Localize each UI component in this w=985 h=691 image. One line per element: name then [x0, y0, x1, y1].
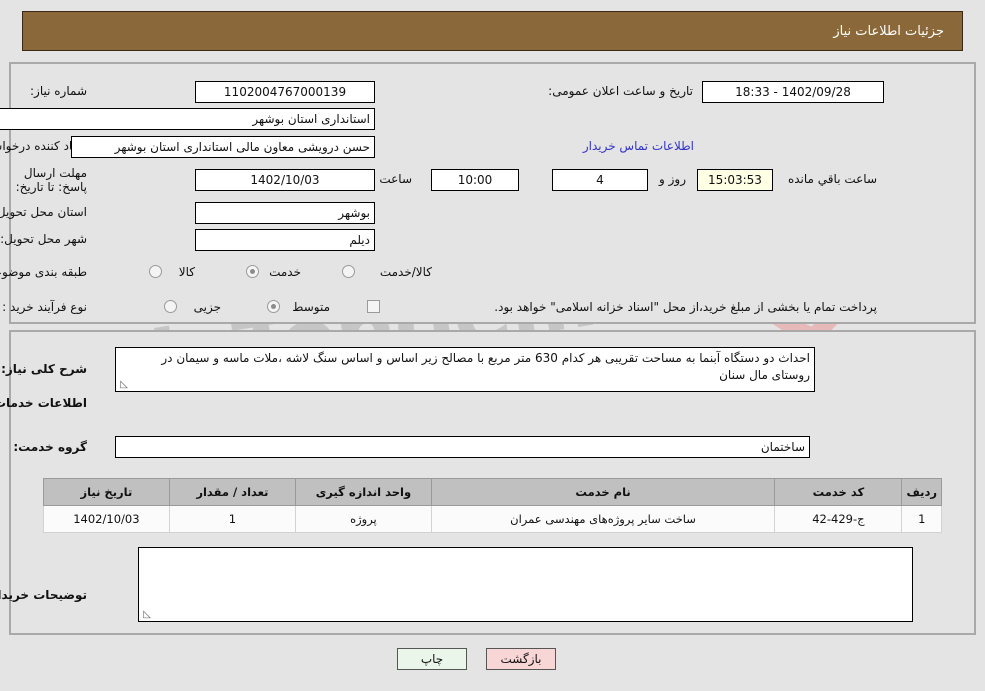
field-public-announce-date[interactable]: 1402/09/28 - 18:33 [702, 81, 884, 103]
textarea-general-description[interactable]: احداث دو دستگاه آبنما به مساحت تقریبی هر… [115, 347, 815, 392]
general-description-text: احداث دو دستگاه آبنما به مساحت تقریبی هر… [161, 351, 810, 382]
table-header-row: ردیف کد خدمت نام خدمت واحد اندازه گیری ت… [43, 478, 942, 506]
label-buyer-comments: توضیحات خریدار: [0, 588, 87, 602]
cell-quantity: 1 [168, 505, 297, 533]
label-delivery-province: استان محل تحویل: [0, 205, 87, 219]
radio-category-kala[interactable] [149, 265, 162, 278]
field-service-group[interactable]: ساختمان [115, 436, 810, 458]
label-category-kala-khedmat: کالا/خدمت [379, 265, 432, 279]
field-remaining-time: 15:03:53 [697, 169, 773, 191]
label-need-number: شماره نیاز: [30, 84, 87, 98]
th-service-code: کد خدمت [774, 478, 903, 506]
label-subject-category: طبقه بندی موضوعی: [0, 265, 87, 279]
resize-grip-icon[interactable]: ◺ [118, 380, 128, 390]
field-need-number[interactable]: 1102004767000139 [195, 81, 375, 103]
label-islamic-treasury-note: پرداخت تمام یا بخشی از مبلغ خرید،از محل … [494, 300, 877, 314]
label-remaining-hours: ساعت باقي مانده [787, 172, 877, 186]
th-need-date: تاریخ نیاز [43, 478, 170, 506]
label-process-motavaset: متوسط [292, 300, 330, 314]
label-public-announce-date: تاریخ و ساعت اعلان عمومی: [548, 84, 693, 98]
field-delivery-city[interactable]: دیلم [195, 229, 375, 251]
field-buyer-org[interactable]: استانداری استان بوشهر [0, 108, 375, 130]
label-service-group: گروه خدمت: [13, 440, 87, 454]
table-row[interactable]: 1 ج-429-42 ساخت سایر پروژه‌های مهندسی عم… [43, 505, 942, 533]
cell-service-name: ساخت سایر پروژه‌های مهندسی عمران [430, 505, 776, 533]
resize-grip-icon[interactable]: ◺ [141, 610, 151, 620]
cell-service-code: ج-429-42 [774, 505, 903, 533]
services-table: ردیف کد خدمت نام خدمت واحد اندازه گیری ت… [43, 478, 942, 533]
radio-category-kala-khedmat[interactable] [342, 265, 355, 278]
label-category-khedmat: خدمت [269, 265, 301, 279]
field-deadline-date[interactable]: 1402/10/03 [195, 169, 375, 191]
th-quantity: تعداد / مقدار [168, 478, 297, 506]
label-purchase-process: نوع فرآیند خرید : [2, 300, 87, 314]
field-remaining-days[interactable]: 4 [552, 169, 648, 191]
th-unit: واحد اندازه گیری [295, 478, 432, 506]
label-delivery-city: شهر محل تحویل: [0, 232, 87, 246]
label-process-jozi: جزیی [193, 300, 221, 314]
cell-need-date: 1402/10/03 [43, 505, 170, 533]
page-header-bar: جزئیات اطلاعات نیاز [22, 11, 963, 51]
radio-process-jozi[interactable] [164, 300, 177, 313]
print-button[interactable]: چاپ [397, 648, 467, 670]
field-delivery-province[interactable]: بوشهر [195, 202, 375, 224]
textarea-buyer-comments[interactable]: ◺ [138, 547, 913, 622]
label-reply-deadline: مهلت ارسال پاسخ: تا تاریخ: [15, 166, 87, 194]
label-general-description: شرح کلی نیاز: [1, 362, 87, 376]
field-request-creator[interactable]: حسن درویشی معاون مالی استانداری استان بو… [71, 136, 375, 158]
radio-process-motavaset[interactable] [267, 300, 280, 313]
field-deadline-hour[interactable]: 10:00 [431, 169, 519, 191]
label-category-kala: کالا [178, 265, 195, 279]
cell-unit: پروژه [295, 505, 432, 533]
checkbox-islamic-treasury[interactable] [367, 300, 380, 313]
back-button[interactable]: بازگشت [486, 648, 556, 670]
page-title: جزئیات اطلاعات نیاز [833, 23, 944, 39]
heading-services-info: اطلاعات خدمات مورد نیاز [0, 396, 87, 410]
label-deadline-hour: ساعت [379, 172, 412, 186]
th-service-name: نام خدمت [430, 478, 776, 506]
th-radif: ردیف [901, 478, 942, 506]
radio-category-khedmat[interactable] [246, 265, 259, 278]
cell-radif: 1 [901, 505, 942, 533]
buyer-contact-link[interactable]: اطلاعات تماس خریدار [583, 139, 694, 153]
label-day-and: روز و [659, 172, 686, 186]
